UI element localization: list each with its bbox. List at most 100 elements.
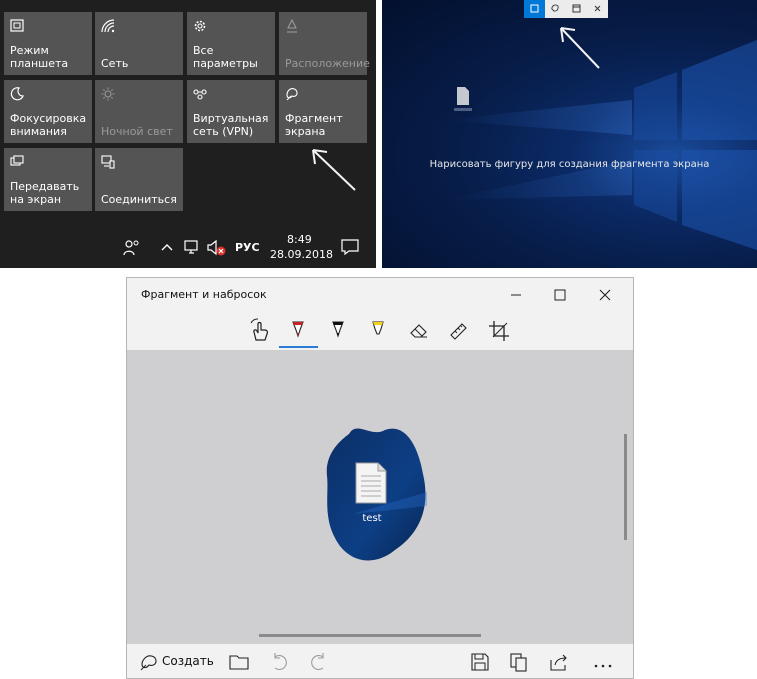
- minimize-icon: [511, 294, 521, 296]
- more-icon: [594, 664, 612, 668]
- volume-muted-icon[interactable]: [207, 239, 227, 257]
- pencil-button[interactable]: [324, 318, 352, 344]
- gear-icon: [194, 20, 206, 32]
- vertical-scrollbar[interactable]: [624, 434, 627, 540]
- tile-project[interactable]: Передавать на экран: [4, 148, 92, 211]
- desktop-file-label: [454, 108, 472, 111]
- network-icon: [101, 19, 115, 33]
- snip-sketch-window: Фрагмент и набросок test Создать: [126, 277, 634, 679]
- tile-label: Фокусировка внимания: [10, 112, 87, 138]
- rectangular-snip-button[interactable]: [524, 0, 545, 18]
- tile-label: Соединиться: [101, 193, 177, 206]
- ruler-icon: [450, 323, 467, 340]
- close-icon: [599, 289, 611, 301]
- minimize-button[interactable]: [496, 282, 536, 308]
- tile-label: Фрагмент экрана: [285, 112, 343, 138]
- more-options-button[interactable]: [591, 651, 615, 673]
- snip-canvas[interactable]: test: [127, 350, 633, 644]
- taskbar: РУС 8:49 28.09.2018: [0, 228, 376, 268]
- create-button[interactable]: Создать: [135, 648, 215, 676]
- ballpoint-pen-icon: [292, 321, 304, 338]
- tile-label: Сеть: [101, 57, 129, 70]
- vpn-icon: [193, 89, 207, 100]
- close-window-button[interactable]: [585, 282, 625, 308]
- screen-snip-icon: [286, 88, 298, 101]
- notifications-icon[interactable]: [341, 238, 359, 256]
- highlighter-icon: [372, 321, 384, 335]
- open-file-button[interactable]: [227, 651, 251, 673]
- tile-label: Виртуальная сеть (VPN): [193, 112, 269, 138]
- file-name-label: test: [362, 513, 382, 524]
- people-icon[interactable]: [123, 239, 141, 256]
- maximize-button[interactable]: [540, 282, 580, 308]
- share-button[interactable]: [547, 651, 571, 673]
- bottom-command-bar: Создать: [127, 644, 633, 678]
- undo-button[interactable]: [267, 651, 291, 673]
- clock-date[interactable]: 28.09.2018: [270, 248, 333, 261]
- chevron-up-icon[interactable]: [161, 242, 173, 252]
- tablet-mode-icon: [10, 19, 24, 32]
- tile-location[interactable]: Расположение: [279, 12, 370, 75]
- drawing-toolbar: [127, 314, 633, 350]
- create-button-label: Создать: [162, 654, 214, 668]
- share-icon: [550, 654, 567, 671]
- close-snip-button[interactable]: [587, 0, 608, 18]
- window-snip-button[interactable]: [566, 0, 587, 18]
- freeform-snip-button[interactable]: [545, 0, 566, 18]
- horizontal-scrollbar[interactable]: [259, 634, 481, 637]
- file-icon: [355, 462, 387, 504]
- freeform-snip-icon: [551, 4, 559, 12]
- snip-mode-toolbar: [524, 0, 608, 18]
- desktop-file-icon[interactable]: [456, 86, 470, 106]
- tile-connect[interactable]: Соединиться: [95, 148, 183, 211]
- crop-icon: [489, 321, 509, 341]
- tile-focus-assist[interactable]: Фокусировка внимания: [4, 80, 92, 143]
- pencil-icon: [332, 321, 344, 338]
- eraser-icon: [410, 324, 427, 338]
- rectangular-snip-icon: [530, 4, 539, 13]
- network-status-icon[interactable]: [184, 239, 201, 256]
- ruler-button[interactable]: [445, 318, 473, 344]
- tile-network[interactable]: Сеть: [95, 12, 183, 75]
- folder-icon: [229, 655, 249, 670]
- touch-writing-button[interactable]: [246, 318, 274, 344]
- redo-icon: [311, 653, 324, 671]
- arrow-annotation-icon: [560, 27, 600, 69]
- tile-label: Передавать на экран: [10, 180, 80, 206]
- window-title: Фрагмент и набросок: [141, 288, 267, 301]
- eraser-button[interactable]: [405, 318, 433, 344]
- tile-vpn[interactable]: Виртуальная сеть (VPN): [187, 80, 275, 143]
- tile-screen-snip[interactable]: Фрагмент экрана: [279, 80, 367, 143]
- clock-time[interactable]: 8:49: [287, 233, 312, 246]
- undo-icon: [274, 653, 287, 671]
- create-snip-icon: [140, 655, 157, 671]
- window-snip-icon: [572, 4, 581, 13]
- tile-all-settings[interactable]: Все параметры: [187, 12, 275, 75]
- ballpoint-pen-button[interactable]: [284, 318, 312, 344]
- copy-button[interactable]: [507, 651, 531, 673]
- tile-label: Ночной свет: [101, 125, 173, 138]
- save-icon: [471, 653, 489, 671]
- arrow-annotation-icon: [312, 149, 356, 191]
- active-tool-indicator: [279, 346, 318, 348]
- focus-assist-icon: [10, 87, 24, 101]
- touch-writing-icon: [250, 318, 268, 341]
- tile-label: Расположение: [285, 57, 370, 70]
- location-icon: [287, 19, 297, 33]
- input-language[interactable]: РУС: [235, 241, 260, 254]
- project-icon: [10, 155, 24, 166]
- night-light-icon: [101, 87, 115, 101]
- action-center-panel: Режим планшета Сеть Все параметры Распол…: [0, 0, 376, 268]
- save-button[interactable]: [468, 651, 492, 673]
- tile-night-light[interactable]: Ночной свет: [95, 80, 183, 143]
- tile-label: Все параметры: [193, 44, 258, 70]
- redo-button[interactable]: [307, 651, 331, 673]
- desktop-snip-overlay[interactable]: Нарисовать фигуру для создания фрагмента…: [382, 0, 757, 268]
- highlighter-button[interactable]: [364, 318, 392, 344]
- connect-icon: [101, 155, 115, 169]
- tile-tablet-mode[interactable]: Режим планшета: [4, 12, 92, 75]
- crop-button[interactable]: [485, 318, 513, 344]
- snip-hint-text: Нарисовать фигуру для создания фрагмента…: [429, 159, 710, 170]
- maximize-icon: [554, 289, 566, 301]
- close-icon: [594, 5, 601, 12]
